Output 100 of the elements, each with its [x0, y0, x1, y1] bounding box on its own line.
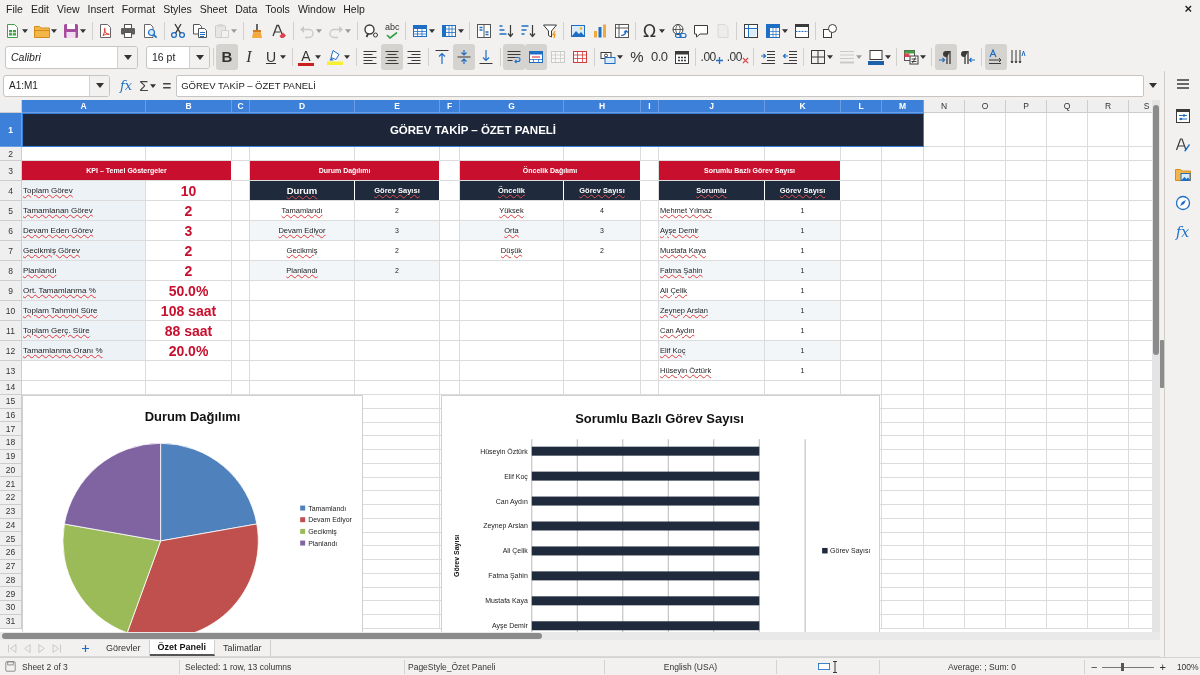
language-indicator[interactable]: English (USA): [663, 661, 718, 672]
row-header[interactable]: 7: [0, 241, 22, 261]
column-header[interactable]: L: [841, 100, 882, 113]
italic-button[interactable]: I: [238, 44, 260, 70]
menu-item[interactable]: View: [53, 1, 84, 17]
row-header[interactable]: 1: [0, 113, 22, 147]
row-header[interactable]: 29: [0, 587, 22, 601]
row-header[interactable]: 13: [0, 361, 22, 381]
formula-input-field[interactable]: GÖREV TAKİP – ÖZET PANELİ: [176, 74, 1145, 97]
text-direction-button[interactable]: [984, 44, 1007, 70]
zoom-in-button[interactable]: +: [1157, 660, 1168, 673]
menu-item[interactable]: Format: [117, 1, 160, 17]
functions-button[interactable]: fx: [1169, 220, 1196, 244]
column-header[interactable]: C: [232, 100, 250, 113]
column-header[interactable]: F: [440, 100, 460, 113]
row-header[interactable]: 21: [0, 477, 22, 491]
align-top-icon: [434, 49, 450, 65]
name-box-field[interactable]: A1:M1: [3, 74, 110, 97]
row-header[interactable]: 12: [0, 341, 22, 361]
horizontal-scrollbar[interactable]: [0, 632, 1160, 640]
column-header[interactable]: Q: [1047, 100, 1088, 113]
left-to-right-button[interactable]: [934, 44, 957, 70]
slider-thumb[interactable]: [1120, 662, 1124, 671]
kpi-label-cell: Toplam Gerç. Süre: [22, 321, 146, 341]
row-header[interactable]: 3: [0, 161, 22, 181]
vertical-scrollbar[interactable]: [1152, 100, 1160, 632]
align-center-button[interactable]: [381, 44, 403, 70]
zoom-slider[interactable]: [1102, 661, 1155, 672]
column-header[interactable]: I: [641, 100, 659, 113]
menu-item[interactable]: Data: [231, 1, 262, 17]
page-style[interactable]: PageStyle_Özet Paneli: [408, 661, 496, 672]
sidebar-handle[interactable]: [1160, 340, 1164, 388]
dropdown-button[interactable]: [189, 46, 209, 68]
menu-item[interactable]: Insert: [83, 1, 118, 17]
column-header[interactable]: N: [924, 100, 965, 113]
column-header[interactable]: A: [22, 100, 146, 113]
column-header[interactable]: B: [146, 100, 232, 113]
save-status-button[interactable]: [5, 661, 16, 672]
bold-button[interactable]: B: [216, 44, 238, 70]
column-header[interactable]: S: [1129, 100, 1152, 113]
menu-item[interactable]: Help: [339, 1, 369, 17]
font-size-field[interactable]: 16 pt: [146, 45, 210, 69]
row-header[interactable]: 6: [0, 221, 22, 241]
menu-item[interactable]: Window: [293, 1, 340, 17]
row-header[interactable]: 9: [0, 281, 22, 301]
wrap-text-button[interactable]: [503, 44, 525, 70]
row-header[interactable]: 11: [0, 321, 22, 341]
row-header[interactable]: 22: [0, 491, 22, 505]
column-header[interactable]: M: [882, 100, 924, 113]
column-header[interactable]: K: [765, 100, 841, 113]
scrollbar-thumb[interactable]: [2, 633, 542, 639]
menu-item[interactable]: Tools: [261, 1, 294, 17]
row-header[interactable]: 10: [0, 301, 22, 321]
underline-button[interactable]: U: [260, 44, 289, 70]
merge-center-button[interactable]: [525, 44, 547, 70]
menu-item[interactable]: File: [2, 1, 27, 17]
column-header[interactable]: J: [659, 100, 765, 113]
row-header[interactable]: 30: [0, 601, 22, 615]
selection-mode-button[interactable]: [818, 660, 838, 673]
row-header[interactable]: 2: [0, 147, 22, 161]
formula-button[interactable]: =: [160, 74, 174, 97]
row-header[interactable]: 14: [0, 381, 22, 395]
column-header[interactable]: G: [460, 100, 564, 113]
column-header[interactable]: O: [965, 100, 1006, 113]
zoom-level[interactable]: 100%: [1176, 661, 1199, 672]
close-button[interactable]: ×: [1180, 1, 1196, 17]
spelling-button[interactable]: abc: [382, 18, 403, 43]
row-header[interactable]: 5: [0, 201, 22, 221]
column-header[interactable]: P: [1006, 100, 1047, 113]
percent-button[interactable]: %: [626, 44, 648, 70]
number-button[interactable]: 0.0: [648, 44, 671, 70]
sheet-tab[interactable]: Özet Paneli: [149, 640, 216, 656]
document-icon: [714, 22, 731, 39]
row-header[interactable]: 25: [0, 532, 22, 546]
sheet-tab[interactable]: Görevler: [98, 640, 150, 656]
column-header[interactable]: H: [564, 100, 641, 113]
add-decimal-button[interactable]: .00: [698, 44, 725, 70]
font-name-field[interactable]: Calibri: [5, 45, 138, 69]
row-header[interactable]: 17: [0, 422, 22, 436]
dropdown-button[interactable]: [117, 46, 137, 68]
row-header[interactable]: 4: [0, 181, 22, 201]
row-header[interactable]: 8: [0, 261, 22, 281]
row-header[interactable]: 18: [0, 436, 22, 450]
special-character-button[interactable]: Ω: [638, 18, 668, 43]
sheet-tab[interactable]: Talimatlar: [215, 640, 271, 656]
column-header[interactable]: D: [250, 100, 355, 113]
column-header[interactable]: E: [355, 100, 440, 113]
row-header[interactable]: 26: [0, 546, 22, 560]
dropdown-button[interactable]: [89, 75, 109, 96]
font-color-button[interactable]: A: [295, 44, 324, 70]
scrollbar-thumb[interactable]: [1153, 105, 1159, 355]
menu-item[interactable]: Sheet: [195, 1, 232, 17]
delete-decimal-button[interactable]: .00: [724, 44, 751, 70]
function-wizard-button[interactable]: fx: [118, 74, 135, 97]
sum-button[interactable]: Σ: [137, 74, 159, 97]
zoom-out-button[interactable]: −: [1089, 660, 1100, 673]
kpi-label-cell: Toplam Görev: [22, 181, 146, 201]
menu-item[interactable]: Styles: [159, 1, 196, 17]
column-header[interactable]: R: [1088, 100, 1129, 113]
menu-item[interactable]: Edit: [26, 1, 53, 17]
